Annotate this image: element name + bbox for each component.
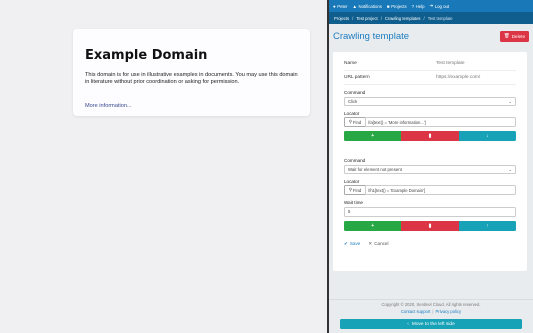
move-left-button-label: Move to the left side [411, 321, 455, 327]
privacy-policy-link[interactable]: Privacy policy [436, 309, 462, 314]
example-domain-page: Example Domain This domain is for use in… [0, 0, 327, 333]
add-step-button[interactable]: + [344, 220, 402, 231]
nav-user-label: Peter [337, 3, 348, 9]
arrow-down-icon: ↓ [486, 133, 489, 139]
save-button[interactable]: ✔ Save [344, 241, 360, 247]
url-pattern-row: URL pattern https://example.com/ [344, 71, 516, 85]
example-domain-card: Example Domain This domain is for use in… [73, 29, 310, 116]
step-spacer [344, 141, 516, 153]
more-information-link[interactable]: More information... [85, 103, 132, 109]
contact-support-link[interactable]: Contact support [401, 309, 431, 314]
step-button-row: + ▮ ↓ [344, 131, 516, 141]
cancel-button[interactable]: ✕ Cancel [368, 241, 388, 247]
url-pattern-label: URL pattern [344, 75, 370, 80]
briefcase-icon: ■ [386, 3, 390, 9]
page-title: Example Domain [85, 48, 208, 63]
nav-notifications-label: Notifications [358, 3, 382, 9]
url-pattern-value: https://example.com/ [436, 75, 481, 80]
nav-user[interactable]: ● Peter [333, 4, 348, 9]
move-down-button[interactable]: ↓ [458, 131, 516, 141]
footer-copyright: Copyright © 2020, Sentinel Cloud. All ri… [381, 302, 481, 307]
command-select-value: Click [348, 98, 358, 104]
chevron-down-icon: ⌄ [508, 98, 512, 104]
arrow-up-icon: ↑ [486, 222, 489, 229]
name-value: Test template [436, 61, 465, 66]
footer-divider [329, 299, 533, 300]
footer-link-separator: | [432, 309, 434, 314]
nav-help-label: Help [415, 3, 425, 9]
trash-icon: ▮ [428, 133, 432, 139]
breadcrumb-separator: / [380, 15, 382, 21]
save-button-label: Save [349, 241, 361, 246]
trash-icon: ▮ [428, 222, 432, 229]
plus-icon: + [371, 133, 375, 139]
breadcrumb-separator: / [423, 15, 425, 21]
form-actions: ✔ Save ✕ Cancel [344, 241, 516, 247]
breadcrumb-current: Test template [427, 15, 453, 21]
name-row: Name Test template [344, 57, 516, 71]
step-button-row: + ▮ ↑ [344, 220, 516, 231]
command-label: Command [344, 158, 366, 163]
cancel-button-label: Cancel [374, 241, 389, 246]
check-icon: ✔ [344, 240, 348, 246]
breadcrumb: Projects / Test project / Crawling templ… [329, 12, 533, 24]
delete-step-button[interactable]: ▮ [401, 220, 459, 231]
page-body: This domain is for use in illustrative e… [85, 72, 298, 86]
close-icon: ✕ [368, 240, 373, 246]
move-left-button[interactable]: ‹ Move to the left side [340, 319, 522, 329]
crawler-panel: ● Peter ▲ Notifications ■ Projects ? Help ➜ L… [329, 0, 533, 333]
find-button[interactable]: ⚲ Find [344, 117, 365, 127]
command-label: Command [344, 90, 366, 95]
command-select[interactable]: Click ⌄ [344, 96, 516, 106]
top-navbar: ● Peter ▲ Notifications ■ Projects ? Help ➜ L… [329, 0, 533, 12]
wait-time-label: Wait time [344, 200, 363, 205]
breadcrumb-test-project[interactable]: Test project [356, 16, 377, 21]
bell-icon: ▲ [352, 3, 357, 9]
locator-group: ⚲ Find //a[text() = 'More information...… [344, 117, 516, 127]
nav-help[interactable]: ? Help [412, 4, 425, 9]
find-button[interactable]: ⚲ Find [344, 185, 365, 195]
panel-title: Crawling template [333, 30, 410, 42]
locator-label: Locator [344, 110, 360, 116]
breadcrumb-crawling-templates[interactable]: Crawling templates [385, 16, 421, 21]
nav-logout-label: Log out [434, 3, 450, 9]
chevron-down-icon: ⌄ [508, 166, 512, 172]
locator-input[interactable]: //h1[text() = 'Example Domain'] [365, 185, 516, 195]
delete-step-button[interactable]: ▮ [401, 131, 459, 141]
panel-header: Crawling template 🗑 Delete [333, 28, 529, 44]
locator-group: ⚲ Find //h1[text() = 'Example Domain'] [344, 185, 516, 195]
footer-links: Contact support | Privacy policy [329, 309, 533, 314]
wait-time-input[interactable]: 5 [344, 206, 516, 217]
search-icon: ⚲ [348, 119, 352, 124]
find-button-label: Find [352, 119, 362, 125]
delete-button-label: Delete [511, 33, 525, 39]
breadcrumb-separator: / [352, 15, 354, 21]
nav-logout[interactable]: ➜ Log out [429, 3, 449, 9]
chevron-left-icon: ‹ [407, 321, 409, 327]
command-select-value: Wait for element not present [348, 166, 402, 172]
move-up-button[interactable]: ↑ [458, 220, 516, 231]
command-select[interactable]: Wait for element not present ⌄ [344, 164, 516, 174]
nav-notifications[interactable]: ▲ Notifications [353, 4, 382, 9]
nav-projects[interactable]: ■ Projects [387, 4, 407, 9]
trash-icon: 🗑 [503, 33, 510, 38]
add-step-button[interactable]: + [344, 131, 402, 141]
delete-button[interactable]: 🗑 Delete [499, 30, 529, 42]
question-icon: ? [411, 3, 415, 9]
logout-icon: ➜ [429, 3, 434, 8]
breadcrumb-projects[interactable]: Projects [334, 16, 349, 21]
template-form: Name Test template URL pattern https://e… [333, 52, 527, 271]
find-button-label: Find [352, 187, 362, 193]
user-icon: ● [333, 3, 336, 9]
nav-projects-label: Projects [391, 3, 407, 9]
name-label: Name [344, 61, 357, 66]
plus-icon: + [371, 222, 375, 229]
locator-label: Locator [344, 178, 360, 184]
locator-input[interactable]: //a[text() = 'More information...'] [365, 117, 516, 127]
search-icon: ⚲ [348, 187, 352, 192]
